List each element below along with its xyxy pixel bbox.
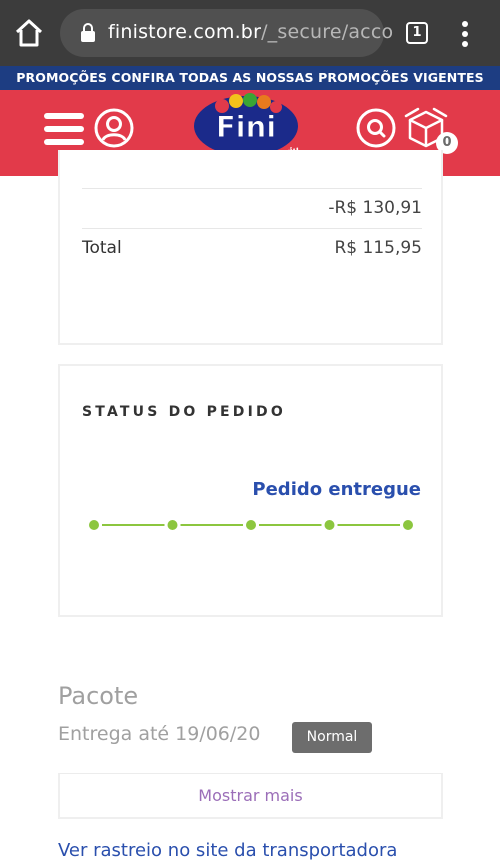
progress-step-dot <box>324 520 335 530</box>
logo-wordmark: Fini <box>216 110 276 144</box>
summary-row-discount: -R$ 130,91 <box>82 188 422 228</box>
browser-toolbar: finistore.com.br/_secure/acco 1 <box>0 0 500 66</box>
url-path: /_secure/acco <box>261 21 394 43</box>
status-title: STATUS DO PEDIDO <box>82 404 286 420</box>
summary-row-total: Total R$ 115,95 <box>82 228 422 268</box>
tracking-link[interactable]: Ver rastreio no site da transportadora <box>58 840 397 861</box>
progress-step-dot <box>89 520 99 530</box>
show-more-container: Mostrar mais <box>58 773 443 819</box>
discount-value: -R$ 130,91 <box>328 198 422 218</box>
status-progress-tracker <box>89 520 413 530</box>
total-label: Total <box>82 238 122 258</box>
address-bar[interactable]: finistore.com.br/_secure/acco <box>60 9 393 57</box>
url-host: finistore.com.br <box>108 21 262 43</box>
package-title: Pacote <box>58 682 139 710</box>
order-summary-card: -R$ 130,91 Total R$ 115,95 <box>58 150 443 345</box>
tab-switcher-button[interactable]: 1 <box>406 22 428 44</box>
home-icon[interactable] <box>14 18 44 48</box>
user-account-icon[interactable] <box>94 108 134 148</box>
total-value: R$ 115,95 <box>334 238 422 258</box>
url-text: finistore.com.br/_secure/acco <box>108 21 393 43</box>
progress-step-dot <box>403 520 413 530</box>
order-status-card: STATUS DO PEDIDO Pedido entregue <box>58 364 443 617</box>
hamburger-menu-icon[interactable] <box>44 112 84 146</box>
search-icon[interactable] <box>356 108 396 148</box>
show-more-button[interactable]: Mostrar mais <box>60 774 441 817</box>
progress-step-dot <box>246 520 256 530</box>
lock-icon <box>80 23 96 43</box>
progress-step-dot <box>167 520 178 530</box>
status-text: Pedido entregue <box>252 479 421 500</box>
delivery-estimate: Entrega até 19/06/20 <box>58 723 261 745</box>
vertical-dots-icon[interactable] <box>458 20 472 48</box>
shipping-type-badge: Normal <box>292 722 372 753</box>
promo-banner[interactable]: PROMOÇÕES CONFIRA TODAS AS NOSSAS PROMOÇ… <box>0 66 500 90</box>
